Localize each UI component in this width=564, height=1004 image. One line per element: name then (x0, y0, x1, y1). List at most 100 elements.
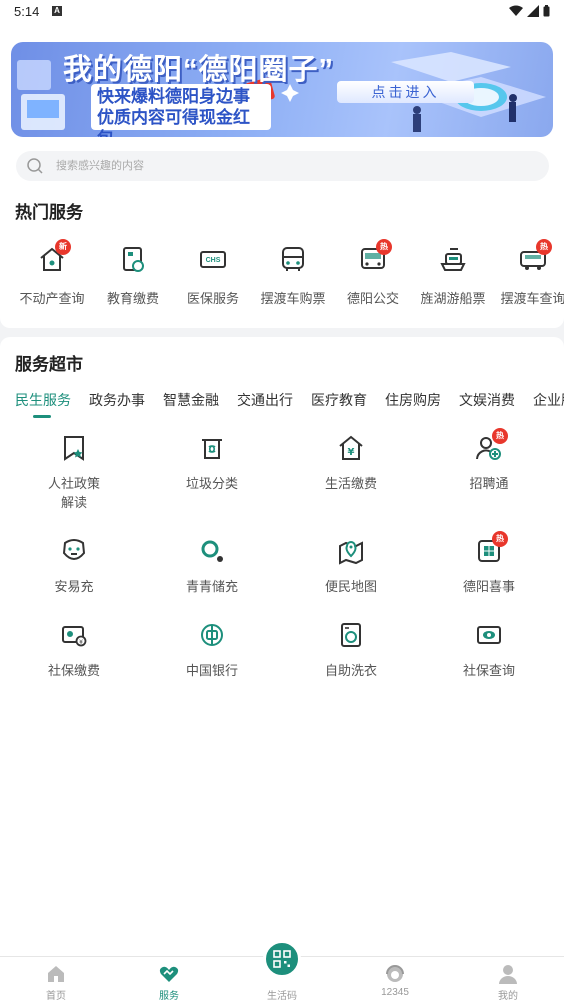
banner-enter-button[interactable]: 点击进入 (337, 81, 474, 103)
laundry-icon (341, 623, 361, 647)
tab-label: 我的 (498, 991, 518, 1002)
hot-item-property-query[interactable]: 新 不动产查询 (12, 236, 92, 307)
service-trash[interactable]: 垃圾分类 (152, 434, 272, 493)
payment-icon: ¥ (339, 435, 363, 460)
service-social-pay[interactable]: ¥ 社保缴费 (14, 621, 134, 680)
tab-label: 首页 (46, 991, 66, 1002)
banner-line-1: 快来爆料德阳身边事 (97, 87, 250, 106)
trash-icon (202, 439, 222, 459)
life-code-button[interactable] (263, 940, 301, 978)
service-recruit[interactable]: 热 招聘通 (429, 428, 549, 493)
service-label: 青青储充 (185, 579, 238, 594)
hot-item-label: 教育缴费 (106, 291, 159, 306)
banner-title: 我的德阳“德阳圈子” (63, 54, 335, 86)
service-charging[interactable]: 安易充 (14, 537, 134, 596)
hot-item-education-fee[interactable]: 教育缴费 (93, 236, 173, 307)
service-policy[interactable]: 人社政策 解读 (14, 434, 134, 512)
service-label-2: 解读 (60, 495, 87, 510)
banner-text-box: 快来爆料德阳身边事 优质内容可得现金红包 (91, 84, 271, 137)
signal-icon (527, 5, 539, 17)
qr-code-icon (273, 950, 291, 968)
tab-label: 12345 (381, 987, 409, 998)
hot-services-title: 热门服务 (15, 203, 83, 222)
search-input[interactable] (56, 151, 526, 181)
tab-government[interactable]: 政务办事 (89, 390, 145, 410)
hot-item-label: 德阳公交 (346, 291, 399, 306)
policy-icon (64, 436, 84, 461)
status-bar: 5:14 A (0, 0, 564, 24)
hot-item-medical-service[interactable]: CHS 医保服务 (173, 236, 253, 307)
svg-text:¥: ¥ (79, 639, 83, 646)
service-label: 中国银行 (185, 663, 238, 678)
service-storage-charge[interactable]: 青青储充 (152, 537, 272, 596)
service-market-title: 服务超市 (15, 355, 83, 374)
search-bar[interactable] (16, 151, 549, 181)
service-bank[interactable]: 中国银行 (152, 621, 272, 680)
svg-text:¥: ¥ (348, 447, 355, 458)
tab-livelihood[interactable]: 民生服务 (15, 390, 71, 410)
hot-badge: 热 (492, 531, 508, 547)
medical-card-icon: CHS (200, 251, 226, 268)
service-label: 社保查询 (462, 663, 515, 678)
active-tab-indicator (33, 415, 51, 418)
tab-entertainment[interactable]: 文娱消费 (459, 390, 515, 410)
tab-medical-education[interactable]: 医疗教育 (311, 390, 367, 410)
home-icon (48, 966, 64, 982)
tab-housing[interactable]: 住房购房 (385, 390, 441, 410)
search-icon (27, 158, 43, 174)
service-social-query[interactable]: 社保查询 (429, 621, 549, 680)
new-badge: 新 (55, 239, 71, 255)
hot-item-deyang-bus[interactable]: 热 德阳公交 (333, 236, 413, 307)
social-pay-icon: ¥ (62, 626, 87, 647)
tab-transport[interactable]: 交通出行 (237, 390, 293, 410)
map-icon (339, 541, 363, 565)
service-laundry[interactable]: 自助洗衣 (291, 621, 411, 680)
service-label: 德阳喜事 (462, 579, 515, 594)
shuttle-bus-icon (282, 247, 304, 271)
hot-badge: 热 (536, 239, 552, 255)
tab-finance[interactable]: 智慧金融 (163, 390, 219, 410)
service-life-payment[interactable]: ¥ 生活缴费 (291, 434, 411, 493)
service-label: 招聘通 (469, 476, 509, 491)
hot-item-shuttle-query[interactable]: 热 摆渡车查询 (493, 236, 564, 307)
promo-banner[interactable]: 我的德阳“德阳圈子” 快来爆料德阳身边事 优质内容可得现金红包 点击进入 (11, 42, 553, 137)
school-fee-icon (123, 247, 144, 272)
storage-charge-icon (201, 540, 223, 562)
charging-icon (62, 539, 86, 560)
tab-label: 生活码 (267, 991, 297, 1002)
service-label: 生活缴费 (324, 476, 377, 491)
service-label: 垃圾分类 (185, 476, 238, 491)
hot-badge: 热 (376, 239, 392, 255)
hot-item-label: 摆渡车购票 (260, 291, 326, 306)
hot-item-shuttle-ticket[interactable]: 摆渡车购票 (253, 236, 333, 307)
service-label: 安易充 (54, 579, 94, 594)
battery-icon (543, 5, 550, 17)
profile-icon (499, 965, 517, 984)
service-icon (159, 966, 179, 982)
svg-text:CHS: CHS (206, 257, 221, 264)
tab-enterprise[interactable]: 企业服务 (533, 390, 564, 410)
wifi-icon (509, 5, 523, 16)
market-tabs: 民生服务政务办事智慧金融交通出行医疗教育住房购房文娱消费企业服务 (15, 390, 564, 420)
system-icons (509, 5, 550, 17)
hot-item-label: 医保服务 (186, 291, 239, 306)
hot-item-boat-ticket[interactable]: 旌湖游船票 (413, 236, 493, 307)
hot-item-label: 摆渡车查询 (500, 291, 564, 306)
hot-badge: 热 (492, 428, 508, 444)
service-label: 自助洗衣 (324, 663, 377, 678)
boat-icon (440, 248, 466, 271)
hotline-icon (386, 965, 404, 982)
service-label: 社保缴费 (47, 663, 100, 678)
banner-line-2: 优质内容可得现金红包 (97, 108, 250, 137)
bank-icon (201, 624, 223, 646)
tab-label: 服务 (159, 991, 179, 1002)
service-label: 便民地图 (324, 579, 377, 594)
service-map[interactable]: 便民地图 (291, 537, 411, 596)
service-label: 人社政策 (47, 476, 100, 491)
notification-a-icon: A (52, 6, 62, 16)
hot-item-label: 旌湖游船票 (420, 291, 486, 306)
service-celebration[interactable]: 热 德阳喜事 (429, 531, 549, 596)
hot-services-row: 新 不动产查询 教育缴费 CHS 医保服务 摆渡车购票 热 德阳公交 旌湖游船票 (0, 236, 564, 316)
hot-item-label: 不动产查询 (19, 291, 85, 306)
social-query-icon (477, 626, 501, 644)
